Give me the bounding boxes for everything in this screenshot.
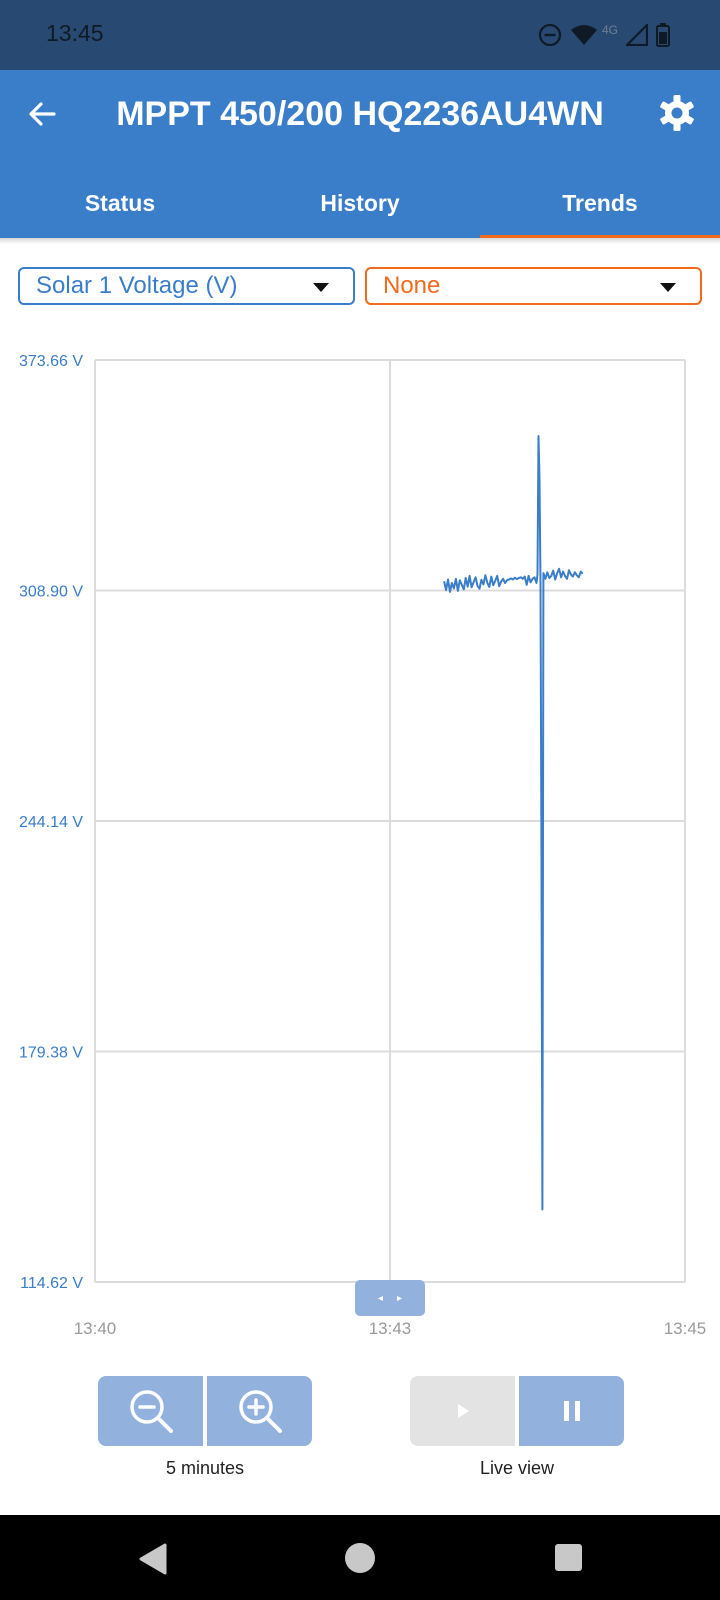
series-line-solar-1-voltage — [443, 435, 584, 1211]
tab-status[interactable]: Status — [0, 168, 240, 238]
y-tick-label: 308.90 V — [19, 584, 83, 601]
trend-chart[interactable]: 373.66 V 308.90 V 244.14 V 179.38 V 114.62 V… — [0, 330, 720, 1350]
primary-series-value: Solar 1 Voltage (V) — [36, 272, 238, 299]
chevron-down-icon — [660, 283, 676, 292]
x-tick-label: 13:43 — [369, 1319, 412, 1338]
nav-back-icon[interactable] — [138, 1543, 168, 1575]
app-bar: MPPT 450/200 HQ2236AU4WN Status History … — [0, 70, 720, 238]
wifi-icon — [570, 25, 597, 45]
chevron-down-icon — [313, 283, 329, 292]
play-icon — [457, 1404, 469, 1418]
pause-button[interactable] — [519, 1376, 624, 1446]
secondary-series-select[interactable]: None — [365, 267, 702, 305]
zoom-controls — [98, 1376, 312, 1446]
battery-icon — [656, 23, 670, 47]
do-not-disturb-icon — [538, 23, 562, 47]
page-title: MPPT 450/200 HQ2236AU4WN — [116, 95, 604, 133]
status-bar: 13:45 4G — [0, 0, 720, 70]
tab-bar: Status History Trends — [0, 168, 720, 238]
zoom-out-icon — [129, 1390, 173, 1433]
y-tick-label: 114.62 V — [20, 1275, 83, 1292]
play-button[interactable] — [410, 1376, 515, 1446]
y-tick-label: 179.38 V — [19, 1045, 83, 1062]
zoom-range-label: 5 minutes — [165, 1458, 245, 1478]
network-type-label: 4G — [601, 23, 618, 37]
live-view-label: Live view — [479, 1458, 555, 1478]
pan-handle[interactable] — [355, 1280, 425, 1316]
x-tick-label: 13:45 — [664, 1319, 707, 1338]
chart-grid — [94, 359, 686, 1283]
settings-button[interactable] — [652, 88, 702, 138]
pause-icon — [563, 1401, 580, 1421]
status-icons: 4G — [538, 20, 670, 50]
zoom-out-button[interactable] — [98, 1376, 203, 1446]
nav-recents-icon[interactable] — [555, 1544, 582, 1571]
gear-icon — [660, 95, 694, 131]
secondary-series-value: None — [383, 272, 441, 299]
tab-trends[interactable]: Trends — [480, 168, 720, 238]
y-tick-label: 244.14 V — [19, 814, 83, 831]
nav-home-icon[interactable] — [345, 1543, 375, 1573]
primary-series-select[interactable]: Solar 1 Voltage (V) — [18, 267, 355, 305]
chart-series — [443, 435, 584, 1211]
zoom-in-icon — [238, 1390, 282, 1433]
x-tick-label: 13:40 — [74, 1319, 117, 1338]
signal-icon — [626, 24, 648, 46]
live-view-controls — [410, 1376, 624, 1446]
chart-axis-labels: 373.66 V 308.90 V 244.14 V 179.38 V 114.62 V… — [19, 353, 706, 1338]
tab-history[interactable]: History — [240, 168, 480, 238]
status-time: 13:45 — [46, 20, 104, 46]
app-bar-shadow — [0, 238, 720, 244]
zoom-in-button[interactable] — [207, 1376, 312, 1446]
y-tick-label: 373.66 V — [19, 353, 83, 370]
